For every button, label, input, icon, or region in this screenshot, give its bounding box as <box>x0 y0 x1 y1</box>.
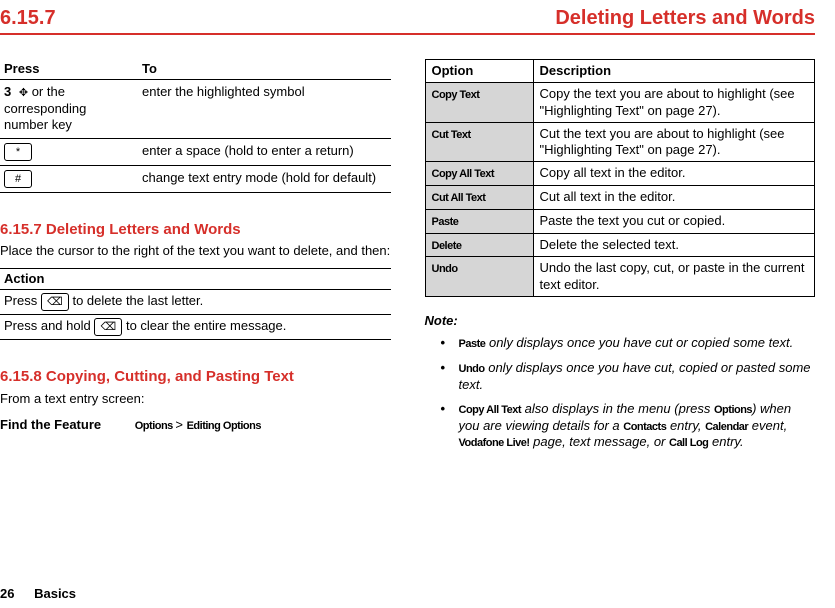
option-row: Undo Undo the last copy, cut, or paste i… <box>425 257 815 297</box>
note-bold: Options <box>714 404 752 416</box>
footer: 26 Basics <box>0 586 76 602</box>
option-desc: Copy the text you are about to highlight… <box>533 83 815 123</box>
action-text-post: to delete the last letter. <box>69 293 203 308</box>
press-step-number: 3 <box>4 84 15 99</box>
press-to-text: change text entry mode (hold for default… <box>138 165 391 192</box>
note-text: only displays once you have cut or copie… <box>485 335 793 350</box>
action-table: Action Press ⌫ to delete the last letter… <box>0 268 391 340</box>
section-para: Place the cursor to the right of the tex… <box>0 243 391 259</box>
find-feature-path-b: Editing Options <box>187 420 261 432</box>
action-row: Press and hold ⌫ to clear the entire mes… <box>0 314 391 339</box>
press-row: * enter a space (hold to enter a return) <box>0 138 391 165</box>
press-to-text: enter a space (hold to enter a return) <box>138 138 391 165</box>
option-desc: Undo the last copy, cut, or paste in the… <box>533 257 815 297</box>
page-number: 26 <box>0 586 14 601</box>
note-text: entry, <box>666 418 705 433</box>
option-row: Copy All Text Copy all text in the edito… <box>425 162 815 186</box>
press-to-text: enter the highlighted symbol <box>138 80 391 138</box>
section-para: From a text entry screen: <box>0 391 391 407</box>
note-text: also displays in the menu (press <box>521 401 714 416</box>
star-key-icon: * <box>4 143 32 161</box>
note-item: Undo only displays once you have cut, co… <box>441 360 816 393</box>
option-name: Delete <box>432 240 462 252</box>
press-row: # change text entry mode (hold for defau… <box>0 165 391 192</box>
press-row: 3 ✥ or the corresponding number key ente… <box>0 80 391 138</box>
option-desc: Copy all text in the editor. <box>533 162 815 186</box>
note-bold: Call Log <box>669 437 708 449</box>
option-row: Copy Text Copy the text you are about to… <box>425 83 815 123</box>
note-item: Paste only displays once you have cut or… <box>441 335 816 352</box>
note-text: only displays once you have cut, copied … <box>459 360 811 392</box>
note-bold: Undo <box>459 363 485 375</box>
note-bold: Copy All Text <box>459 404 522 416</box>
section-title-copying: 6.15.8 Copying, Cutting, and Pasting Tex… <box>0 368 391 387</box>
to-header: To <box>138 59 391 80</box>
note-bold: Vodafone Live! <box>459 437 530 449</box>
press-key-text: or the corresponding number key <box>4 84 86 132</box>
delete-key-icon: ⌫ <box>94 318 122 336</box>
option-name: Cut Text <box>432 129 471 141</box>
option-header-desc: Description <box>533 60 815 83</box>
note-bold: Calendar <box>705 421 748 433</box>
option-row: Paste Paste the text you cut or copied. <box>425 209 815 233</box>
find-feature-sep: > <box>175 417 186 432</box>
action-text-pre: Press and hold <box>4 318 94 333</box>
note-text: event, <box>748 418 787 433</box>
note-text: entry. <box>708 434 743 449</box>
left-column: Press To 3 ✥ or the corresponding number… <box>0 59 391 459</box>
note-bold: Paste <box>459 338 486 350</box>
hash-key-icon: # <box>4 170 32 188</box>
option-desc: Delete the selected text. <box>533 233 815 257</box>
action-text-post: to clear the entire message. <box>122 318 286 333</box>
option-table: Option Description Copy Text Copy the te… <box>425 59 816 297</box>
action-header: Action <box>0 268 391 289</box>
header: 6.15.7 Deleting Letters and Words <box>0 0 815 35</box>
find-feature-path-a: Options <box>135 420 176 432</box>
note-item: Copy All Text also displays in the menu … <box>441 401 816 451</box>
find-feature-label: Find the Feature <box>0 417 101 432</box>
section-title-deleting: 6.15.7 Deleting Letters and Words <box>0 221 391 240</box>
option-desc: Paste the text you cut or copied. <box>533 209 815 233</box>
joystick-icon: ✥ <box>19 87 28 99</box>
note-bold: Contacts <box>623 421 666 433</box>
right-column: Option Description Copy Text Copy the te… <box>425 59 816 459</box>
find-the-feature: Find the Feature Options > Editing Optio… <box>0 417 391 434</box>
header-title: Deleting Letters and Words <box>555 6 815 31</box>
note-text: page, text message, or <box>530 434 669 449</box>
option-name: Undo <box>432 263 458 275</box>
delete-key-icon: ⌫ <box>41 293 69 311</box>
option-desc: Cut the text you are about to highlight … <box>533 122 815 162</box>
action-text-pre: Press <box>4 293 41 308</box>
option-name: Cut All Text <box>432 192 486 204</box>
footer-section: Basics <box>34 586 76 601</box>
note-label: Note: <box>425 313 816 329</box>
press-to-table: Press To 3 ✥ or the corresponding number… <box>0 59 391 193</box>
option-row: Cut Text Cut the text you are about to h… <box>425 122 815 162</box>
option-name: Copy All Text <box>432 168 495 180</box>
action-row: Press ⌫ to delete the last letter. <box>0 289 391 314</box>
option-name: Copy Text <box>432 89 480 101</box>
press-header: Press <box>0 59 138 80</box>
option-name: Paste <box>432 216 459 228</box>
option-row: Cut All Text Cut all text in the editor. <box>425 186 815 210</box>
option-row: Delete Delete the selected text. <box>425 233 815 257</box>
option-desc: Cut all text in the editor. <box>533 186 815 210</box>
note-list: Paste only displays once you have cut or… <box>441 335 816 451</box>
header-section-number: 6.15.7 <box>0 6 56 31</box>
option-header-option: Option <box>425 60 533 83</box>
